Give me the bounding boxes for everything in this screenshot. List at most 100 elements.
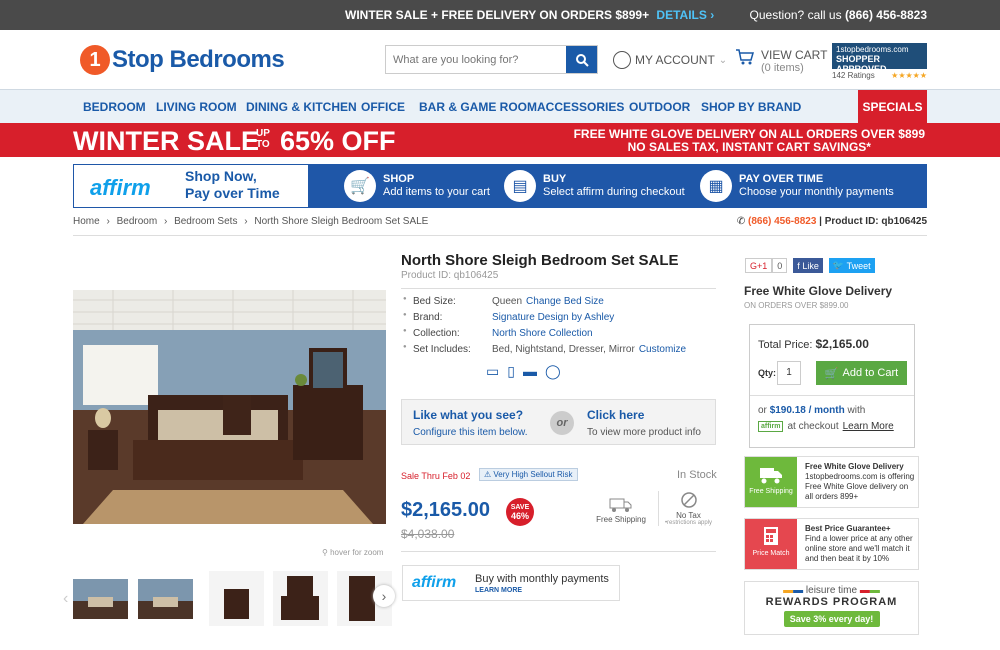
search-bar xyxy=(385,45,598,74)
brand-link[interactable]: Signature Design by Ashley xyxy=(492,312,614,323)
search-input[interactable] xyxy=(386,46,566,73)
step-title: SHOP xyxy=(383,173,415,185)
my-account[interactable]: MY ACCOUNT ⌄ xyxy=(613,51,727,69)
learn-more-link[interactable]: Learn More xyxy=(843,421,894,432)
click-sub: To view more product info xyxy=(587,427,701,438)
cart-icon: 🛒 xyxy=(344,170,376,202)
search-icon: ⚲ xyxy=(322,548,328,557)
thumbnail-1[interactable] xyxy=(73,571,128,626)
top-promo-bar: WINTER SALE + FREE DELIVERY ON ORDERS $8… xyxy=(0,0,1000,30)
change-bed-size-link[interactable]: Change Bed Size xyxy=(526,296,604,307)
configure-item[interactable]: Like what you see? Configure this item b… xyxy=(413,408,528,440)
view-cart[interactable]: VIEW CART (0 items) xyxy=(735,48,827,74)
crumb-bedroom[interactable]: Bedroom xyxy=(117,216,158,227)
divider xyxy=(73,235,927,236)
perk-text: Best Price Guarantee+ Find a lower price … xyxy=(805,524,918,564)
stock-status: In Stock xyxy=(677,469,717,481)
site-logo[interactable]: 1 Stop Bedrooms xyxy=(80,44,285,76)
sale-thru-date: Sale Thru Feb 02 xyxy=(401,471,471,481)
free-delivery-title: Free White Glove Delivery xyxy=(744,284,893,298)
crumb-separator: › xyxy=(106,216,110,227)
crumb-bedroom-sets[interactable]: Bedroom Sets xyxy=(174,216,237,227)
thumbnail-2[interactable] xyxy=(138,571,193,626)
nav-outdoor[interactable]: OUTDOOR xyxy=(629,100,690,114)
shopper-approved-badge[interactable]: 1stopbedrooms.com SHOPPER APPROVED 142 R… xyxy=(832,43,927,80)
no-tax: No Tax •restrictions apply xyxy=(658,491,718,526)
nav-dining-kitchen[interactable]: DINING & KITCHEN xyxy=(246,100,357,114)
spec-value: Queen Change Bed Size xyxy=(492,296,604,312)
product-id-label: | Product ID: qb106425 xyxy=(819,216,927,227)
free-delivery-sub: ON ORDERS OVER $899.00 xyxy=(744,301,849,310)
chevron-down-icon: ⌄ xyxy=(718,54,728,66)
details-link[interactable]: DETAILS › xyxy=(656,8,714,22)
bed-icon[interactable]: ▭ xyxy=(486,363,499,380)
original-price: $4,038.00 xyxy=(401,527,455,541)
qty-input[interactable]: 1 xyxy=(777,361,801,385)
monthly-amount[interactable]: $190.18 / month xyxy=(770,405,845,416)
leisure-time: ▬▬ leisure time ▬▬ xyxy=(745,585,918,596)
crumb-separator: › xyxy=(244,216,248,227)
truck-icon xyxy=(760,468,782,484)
crumb-current: North Shore Sleigh Bedroom Set SALE xyxy=(254,216,429,227)
truck-icon xyxy=(609,498,632,512)
spec-key: Collection: xyxy=(401,328,492,344)
nav-bar-game-room[interactable]: BAR & GAME ROOM xyxy=(419,100,537,114)
thumbnail-3[interactable] xyxy=(209,571,264,626)
product-title: North Shore Sleigh Bedroom Set SALE xyxy=(401,252,679,269)
tagline-2: Pay over Time xyxy=(185,185,280,201)
set-piece-icons: ▭ ▯ ▬ ◯ xyxy=(486,363,561,380)
collection-link[interactable]: North Shore Collection xyxy=(492,328,593,339)
nav-bedroom[interactable]: BEDROOM xyxy=(83,100,146,114)
thumb-prev-arrow[interactable]: ‹ xyxy=(63,590,68,608)
affirm-monthly-box[interactable]: affirm Buy with monthly payments LEARN M… xyxy=(402,565,620,601)
learn-more-link[interactable]: LEARN MORE xyxy=(475,587,522,594)
search-button[interactable] xyxy=(566,46,597,73)
total-label: Total Price: xyxy=(758,339,813,351)
social-buttons: G+1 0 f Like 🐦 Tweet xyxy=(745,258,875,273)
approved-site: 1stopbedrooms.com xyxy=(836,45,909,54)
perk-price-match[interactable]: Price Match Best Price Guarantee+ Find a … xyxy=(744,518,919,570)
mirror-icon[interactable]: ◯ xyxy=(545,363,561,380)
product-main-image[interactable] xyxy=(73,290,386,524)
logo-circle: 1 xyxy=(80,45,110,75)
perk-free-shipping[interactable]: Free Shipping Free White Glove Delivery 1… xyxy=(744,456,919,508)
nightstand-icon[interactable]: ▯ xyxy=(507,363,515,380)
sale-tax-line: NO SALES TAX, INSTANT CART SAVINGS* xyxy=(627,140,871,154)
nav-living-room[interactable]: LIVING ROOM xyxy=(156,100,237,114)
facebook-icon: f xyxy=(797,260,800,271)
customize-link[interactable]: Customize xyxy=(639,344,686,355)
view-cart-label: VIEW CART xyxy=(761,48,828,62)
add-to-cart-button[interactable]: 🛒 Add to Cart xyxy=(816,361,907,385)
google-plus-button[interactable]: G+1 xyxy=(745,258,773,273)
rewards-program[interactable]: ▬▬ leisure time ▬▬ REWARDS PROGRAM Save … xyxy=(744,581,919,635)
nav-shop-by-brand[interactable]: SHOP BY BRAND xyxy=(701,100,801,114)
bedroom-scene-image xyxy=(73,290,386,524)
contact-phone[interactable]: (866) 456-8823 xyxy=(748,216,816,227)
spec-key: Set Includes: xyxy=(401,344,492,360)
nav-office[interactable]: OFFICE xyxy=(361,100,405,114)
phone-link[interactable]: (866) 456-8823 xyxy=(845,8,927,22)
no-tax-note: •restrictions apply xyxy=(664,520,713,526)
contact-product-id: ✆ (866) 456-8823 | Product ID: qb106425 xyxy=(737,216,927,227)
thumbnail-4[interactable] xyxy=(273,571,328,626)
like-sub: Configure this item below. xyxy=(413,427,528,438)
logo-text: Stop Bedrooms xyxy=(112,46,285,73)
rewards-save-button[interactable]: Save 3% every day! xyxy=(783,611,880,627)
tweet-button[interactable]: 🐦 Tweet xyxy=(828,258,875,273)
nav-accessories[interactable]: ACCESSORIES xyxy=(537,100,624,114)
divider xyxy=(401,288,716,289)
thumbnail-image xyxy=(209,571,264,626)
dresser-icon[interactable]: ▬ xyxy=(523,363,537,380)
perk-icon-label: Price Match xyxy=(752,550,790,557)
divider xyxy=(401,551,716,552)
click-here-info[interactable]: Click here To view more product info xyxy=(587,408,701,440)
sale-banner[interactable]: WINTER SALE UP TO 65% OFF FREE WHITE GLO… xyxy=(0,123,1000,157)
thumb-next-arrow[interactable]: › xyxy=(373,585,395,607)
affirm-banner[interactable]: affirm Shop Now, Pay over Time 🛒 SHOP Add… xyxy=(73,164,927,208)
facebook-like-button[interactable]: f Like xyxy=(793,258,823,273)
hover-zoom-text: hover for zoom xyxy=(330,548,384,557)
nav-specials[interactable]: SPECIALS xyxy=(858,90,927,124)
crumb-home[interactable]: Home xyxy=(73,216,100,227)
like-configure-box: Like what you see? Configure this item b… xyxy=(401,399,716,445)
step-title: PAY OVER TIME xyxy=(739,173,824,185)
